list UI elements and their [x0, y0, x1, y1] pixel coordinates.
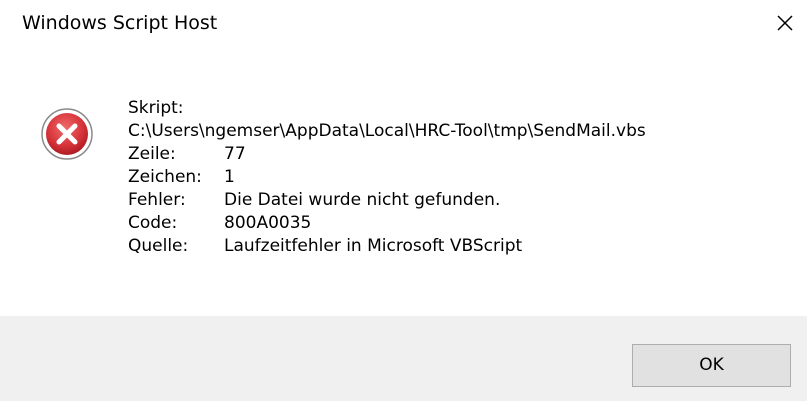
code-row: Code: 800A0035 [128, 212, 646, 235]
char-label: Zeichen: [128, 167, 202, 187]
source-label: Quelle: [128, 236, 189, 256]
line-label: Zeile: [128, 144, 176, 164]
error-message: Skript: C:\Users\ngemser\AppData\Local\H… [128, 97, 646, 258]
error-icon [40, 107, 94, 161]
script-label-row: Skript: [128, 97, 646, 120]
error-value: Die Datei wurde nicht gefunden. [224, 190, 501, 210]
close-button[interactable] [770, 8, 800, 38]
close-icon [777, 15, 793, 31]
script-path: C:\Users\ngemser\AppData\Local\HRC-Tool\… [128, 121, 646, 141]
line-row: Zeile: 77 [128, 143, 646, 166]
code-value: 800A0035 [224, 213, 312, 233]
error-dialog: Windows Script Host Skript: C:\Users\nge… [0, 0, 807, 401]
line-value: 77 [224, 144, 246, 164]
error-label: Fehler: [128, 190, 186, 210]
script-path-row: C:\Users\ngemser\AppData\Local\HRC-Tool\… [128, 120, 646, 143]
char-value: 1 [224, 167, 235, 187]
source-value: Laufzeitfehler in Microsoft VBScript [224, 236, 523, 256]
window-title: Windows Script Host [22, 12, 218, 34]
code-label: Code: [128, 213, 178, 233]
ok-button[interactable]: OK [632, 344, 791, 387]
char-row: Zeichen: 1 [128, 166, 646, 189]
source-row: Quelle: Laufzeitfehler in Microsoft VBSc… [128, 235, 646, 258]
script-label: Skript: [128, 98, 184, 118]
error-row: Fehler: Die Datei wurde nicht gefunden. [128, 189, 646, 212]
